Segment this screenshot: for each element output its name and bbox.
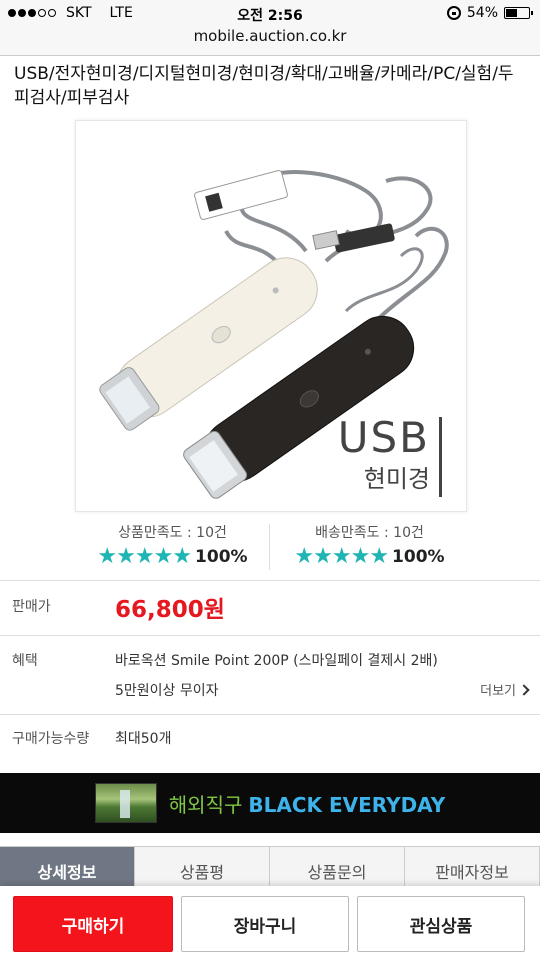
banner-en-text: BLACK EVERYDAY bbox=[248, 792, 446, 817]
buy-button[interactable]: 구매하기 bbox=[13, 896, 173, 952]
add-to-cart-button[interactable]: 장바구니 bbox=[181, 896, 349, 952]
status-bar: SKT LTE 오전 2:56 54% mobile.auction.co.kr bbox=[0, 0, 540, 56]
more-benefits-button[interactable]: 더보기 bbox=[480, 680, 530, 699]
url-bar[interactable]: mobile.auction.co.kr bbox=[0, 27, 540, 45]
price-value: 66,800원 bbox=[115, 597, 225, 623]
satisfaction-divider bbox=[269, 524, 270, 570]
divider bbox=[0, 580, 540, 581]
rotation-lock-icon bbox=[446, 6, 461, 20]
delivery-satisfaction[interactable]: 배송만족도 : 10건 ★★★★★ 100% bbox=[272, 522, 467, 572]
benefit-line-smile-point: 바로옥션 Smile Point 200P (스마일페이 결제시 2배) bbox=[115, 653, 438, 669]
divider bbox=[0, 635, 540, 636]
benefit-line-installment: 5만원이상 무이자 bbox=[115, 683, 219, 699]
promo-banner[interactable]: 해외직구 BLACK EVERYDAY bbox=[0, 773, 540, 833]
status-right: 54% bbox=[446, 5, 533, 21]
divider bbox=[0, 714, 540, 715]
banner-kr-text: 해외직구 bbox=[168, 792, 243, 817]
product-title: USB/전자현미경/디지털현미경/현미경/확대/고배율/카메라/PC/실험/두피… bbox=[14, 64, 514, 108]
price-label: 판매가 bbox=[12, 599, 51, 615]
image-divider bbox=[439, 417, 442, 497]
quantity-value: 최대50개 bbox=[115, 731, 172, 747]
product-image[interactable]: USB 현미경 bbox=[75, 120, 467, 512]
bottom-action-bar: 구매하기 장바구니 관심상품 bbox=[0, 886, 540, 960]
wishlist-button[interactable]: 관심상품 bbox=[357, 896, 525, 952]
quantity-label: 구매가능수량 bbox=[12, 731, 90, 747]
battery-icon bbox=[504, 7, 533, 19]
chevron-right-icon bbox=[518, 683, 530, 696]
more-label: 더보기 bbox=[480, 684, 516, 699]
product-satisfaction[interactable]: 상품만족도 : 10건 ★★★★★ 100% bbox=[75, 522, 270, 572]
product-satisfaction-percent: 100% bbox=[195, 547, 248, 567]
battery-percent: 54% bbox=[466, 5, 498, 21]
delivery-satisfaction-percent: 100% bbox=[392, 547, 445, 567]
star-rating-icon: ★★★★★ bbox=[294, 544, 389, 569]
image-label-sub: 현미경 bbox=[363, 465, 430, 493]
image-label-main: USB bbox=[337, 413, 430, 462]
benefit-label: 혜택 bbox=[12, 653, 38, 669]
star-rating-icon: ★★★★★ bbox=[97, 544, 192, 569]
delivery-satisfaction-label: 배송만족도 : 10건 bbox=[315, 525, 424, 541]
waterfall-thumbnail bbox=[94, 783, 157, 823]
product-satisfaction-label: 상품만족도 : 10건 bbox=[118, 525, 227, 541]
